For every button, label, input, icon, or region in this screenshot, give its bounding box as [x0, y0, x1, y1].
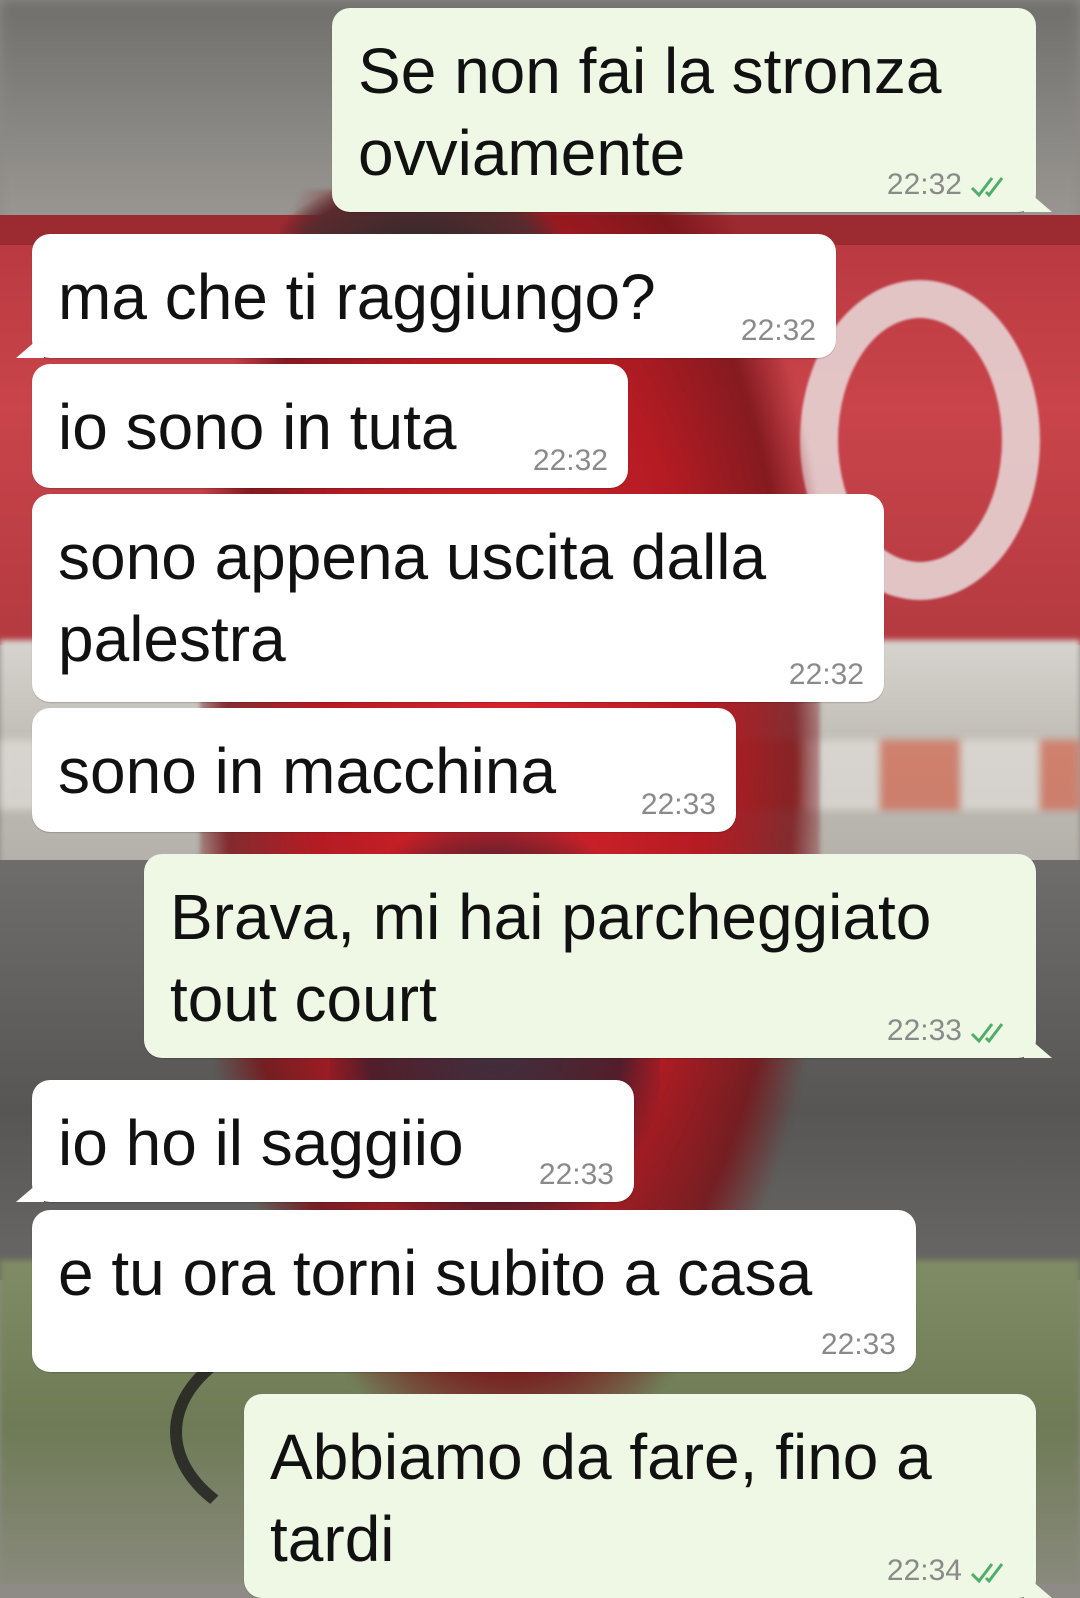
- message-meta: 22:32: [789, 658, 864, 692]
- message-meta: 22:33: [641, 788, 716, 822]
- message-bubble-outgoing[interactable]: Brava, mi hai parcheggiato tout court 22…: [144, 854, 1052, 1058]
- message-bubble-outgoing[interactable]: Se non fai la stronza ovviamente 22:32: [332, 8, 1052, 212]
- read-ticks-icon: [970, 1023, 1004, 1044]
- message-text: e tu ora torni subito a casa: [58, 1237, 813, 1309]
- message-time: 22:33: [640, 788, 716, 821]
- message-text: sono in macchina: [58, 735, 557, 807]
- message-text: ma che ti raggiungo?: [58, 261, 656, 333]
- message-bubble-incoming[interactable]: e tu ora torni subito a casa 22:33: [32, 1210, 916, 1372]
- message-time: 22:32: [740, 314, 816, 347]
- message-time: 22:33: [538, 1158, 614, 1191]
- message-text: io sono in tuta: [58, 391, 457, 463]
- message-meta: 22:34: [887, 1554, 1016, 1588]
- message-meta: 22:33: [821, 1328, 896, 1362]
- message-meta: 22:32: [533, 444, 608, 478]
- message-time: 22:34: [886, 1554, 962, 1587]
- message-time: 22:32: [532, 444, 608, 477]
- message-meta: 22:32: [741, 314, 816, 348]
- message-bubble-incoming[interactable]: io sono in tuta 22:32: [32, 364, 628, 488]
- message-time: 22:33: [886, 1014, 962, 1047]
- read-ticks-icon: [970, 177, 1004, 198]
- message-list[interactable]: Se non fai la stronza ovviamente 22:32 m…: [0, 0, 1080, 1598]
- message-meta: 22:33: [887, 1014, 1016, 1048]
- read-ticks-icon: [970, 1563, 1004, 1584]
- message-time: 22:32: [788, 658, 864, 691]
- message-bubble-incoming[interactable]: ma che ti raggiungo? 22:32: [16, 234, 836, 358]
- message-time: 22:33: [820, 1328, 896, 1361]
- message-bubble-outgoing[interactable]: Abbiamo da fare, fino a tardi 22:34: [244, 1394, 1052, 1598]
- message-bubble-incoming[interactable]: io ho il saggiio 22:33: [16, 1080, 634, 1202]
- message-text: io ho il saggiio: [58, 1107, 464, 1179]
- message-bubble-incoming[interactable]: sono in macchina 22:33: [32, 708, 736, 832]
- message-text: Brava, mi hai parcheggiato tout court: [170, 881, 932, 1035]
- message-meta: 22:33: [539, 1158, 614, 1192]
- message-text: sono appena uscita dalla palestra: [58, 521, 767, 675]
- message-meta: 22:32: [887, 168, 1016, 202]
- message-time: 22:32: [886, 168, 962, 201]
- message-bubble-incoming[interactable]: sono appena uscita dalla palestra 22:32: [32, 494, 884, 702]
